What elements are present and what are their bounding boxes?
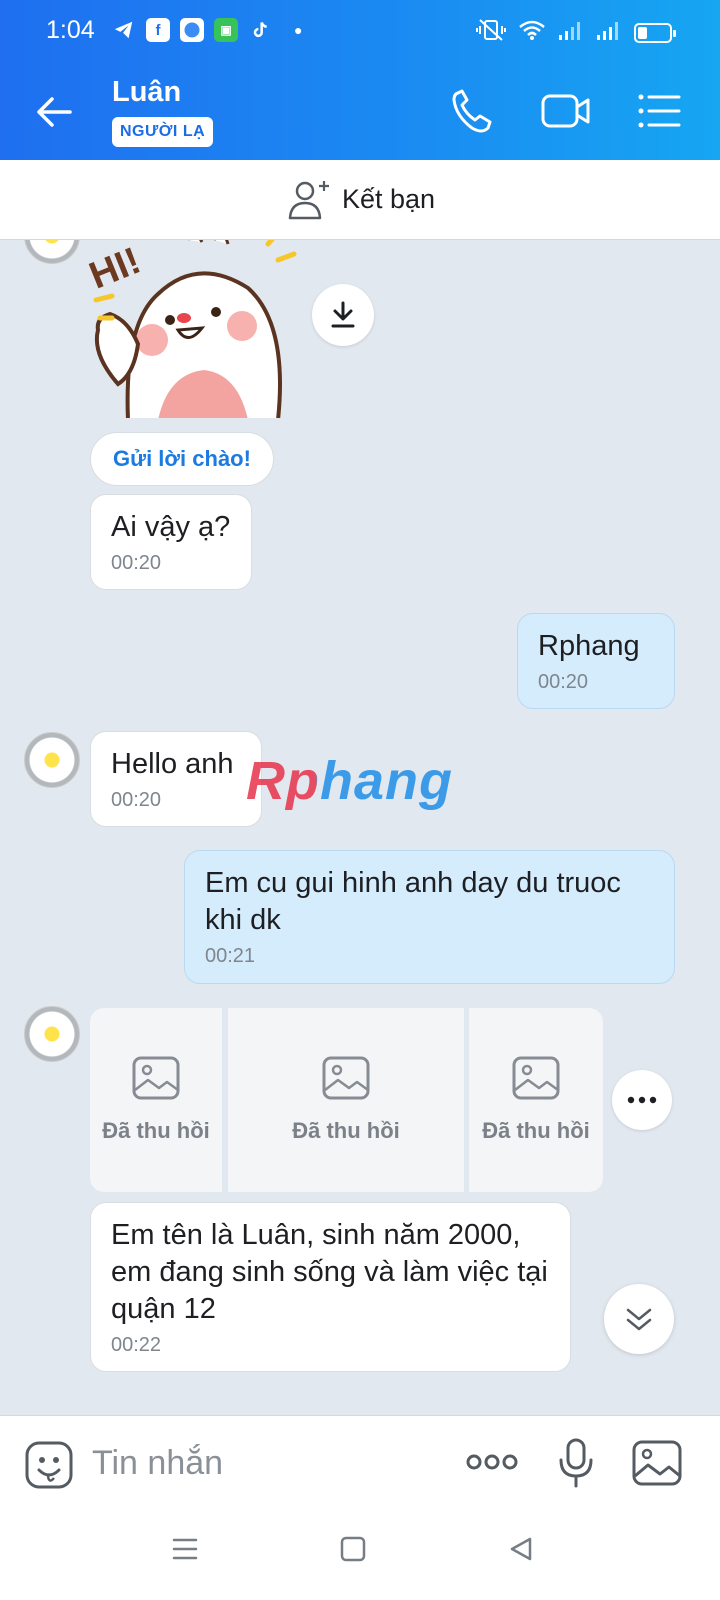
message-time: 00:21 [205, 945, 256, 967]
message-time: 00:20 [538, 671, 589, 693]
message-time: 00:20 [111, 789, 162, 811]
download-icon [331, 301, 355, 328]
message-text: Em cu gui hinh anh day du truoc khi dk [205, 867, 621, 936]
recalled-image[interactable]: Đã thu hồi [469, 1008, 603, 1192]
recalled-label: Đã thu hồi [482, 1118, 590, 1143]
more-notifications-dot: ● [294, 22, 303, 38]
watermark-logo: Rphang [246, 751, 453, 811]
battery-icon [634, 22, 676, 43]
image-placeholder-icon [132, 1056, 180, 1100]
tiktok-icon [248, 18, 272, 42]
recalled-label: Đã thu hồi [102, 1118, 210, 1143]
message-text: Em tên là Luân, sinh năm 2000, em đang s… [111, 1219, 548, 1325]
status-bar: 1:04 f ▣ ● [0, 0, 720, 64]
ellipsis-circles-icon [466, 1454, 518, 1470]
vibrate-icon [476, 18, 506, 47]
bunny-sticker-image: HI! [84, 240, 297, 422]
list-menu-icon [638, 94, 681, 128]
square-home-icon [340, 1536, 366, 1562]
svg-text:HI!: HI! [88, 240, 146, 298]
add-user-icon [288, 181, 329, 220]
status-right-icons [476, 18, 676, 47]
avatar[interactable] [24, 732, 80, 788]
home-button[interactable] [340, 1536, 366, 1567]
download-button[interactable] [312, 284, 374, 346]
recents-button[interactable] [172, 1536, 198, 1567]
status-time: 1:04 [46, 16, 95, 44]
message-bubble[interactable]: Hello anh 00:20 [90, 731, 262, 827]
video-call-button[interactable] [540, 88, 590, 134]
stranger-badge: NGƯỜI LẠ [112, 117, 214, 147]
voice-record-button[interactable] [558, 1438, 594, 1493]
message-text: Rphang [538, 630, 640, 662]
signal-icon [596, 19, 622, 46]
scroll-to-bottom-button[interactable] [604, 1284, 674, 1354]
recalled-image[interactable]: Đã thu hồi [90, 1008, 222, 1192]
message-input[interactable]: Tin nhắn [92, 1444, 223, 1483]
add-friend-label: Kết bạn [342, 183, 436, 214]
more-options-button[interactable] [612, 1070, 672, 1130]
message-bubble[interactable]: Ai vậy ạ? 00:20 [90, 494, 252, 590]
facebook-icon: f [146, 18, 170, 42]
image-placeholder-icon [322, 1056, 370, 1100]
more-actions-button[interactable] [466, 1452, 518, 1477]
message-text: Ai vậy ạ? [111, 511, 231, 543]
emoji-button[interactable] [24, 1440, 74, 1495]
add-friend-button[interactable]: Kết bạn [288, 178, 435, 220]
system-nav-bar [0, 1510, 720, 1600]
ellipsis-icon [627, 1096, 657, 1104]
phone-icon [452, 89, 492, 133]
call-button[interactable] [450, 88, 500, 134]
contact-name[interactable]: Luân [112, 76, 181, 109]
hi-sticker[interactable]: HI! [84, 240, 308, 422]
triangle-back-icon [510, 1537, 532, 1561]
arrow-left-icon [37, 97, 72, 127]
menu-lines-icon [172, 1538, 198, 1560]
wifi-icon [518, 19, 546, 46]
recalled-image[interactable]: Đã thu hồi [228, 1008, 464, 1192]
status-app-icons: f ▣ ● [112, 18, 302, 42]
message-bubble-sent[interactable]: Em cu gui hinh anh day du truoc khi dk 0… [184, 850, 675, 984]
back-nav-button[interactable] [508, 1536, 534, 1567]
chat-header: Luân NGƯỜI LẠ [0, 64, 720, 160]
chat-area[interactable]: HI! Gửi lời chào! Ai vậy ạ? 00:20 Rphang… [0, 240, 720, 1415]
send-greeting-button[interactable]: Gửi lời chào! [90, 432, 274, 486]
recalled-label: Đã thu hồi [292, 1118, 400, 1143]
messenger-icon [180, 18, 204, 42]
message-input-bar: Tin nhắn [0, 1415, 720, 1510]
add-friend-bar[interactable]: Kết bạn [0, 160, 720, 240]
wechat-icon: ▣ [214, 18, 238, 42]
image-placeholder-icon [512, 1056, 560, 1100]
double-chevron-down-icon [626, 1308, 652, 1331]
message-bubble-sent[interactable]: Rphang 00:20 [517, 613, 675, 709]
image-gallery-icon [632, 1440, 682, 1486]
microphone-icon [559, 1438, 593, 1488]
sticker-emoji-icon [25, 1441, 73, 1489]
message-time: 00:22 [111, 1334, 162, 1356]
telegram-icon [112, 18, 136, 42]
signal-icon [558, 19, 584, 46]
menu-button[interactable] [636, 88, 686, 134]
back-button[interactable] [32, 90, 76, 134]
message-bubble[interactable]: Em tên là Luân, sinh năm 2000, em đang s… [90, 1202, 571, 1372]
message-text: Hello anh [111, 748, 234, 780]
gallery-button[interactable] [632, 1440, 682, 1491]
avatar[interactable] [24, 1006, 80, 1062]
avatar[interactable] [24, 240, 80, 264]
video-camera-icon [541, 94, 590, 128]
message-time: 00:20 [111, 552, 162, 574]
top-bar: 1:04 f ▣ ● Luân NGƯỜI LẠ [0, 0, 720, 160]
